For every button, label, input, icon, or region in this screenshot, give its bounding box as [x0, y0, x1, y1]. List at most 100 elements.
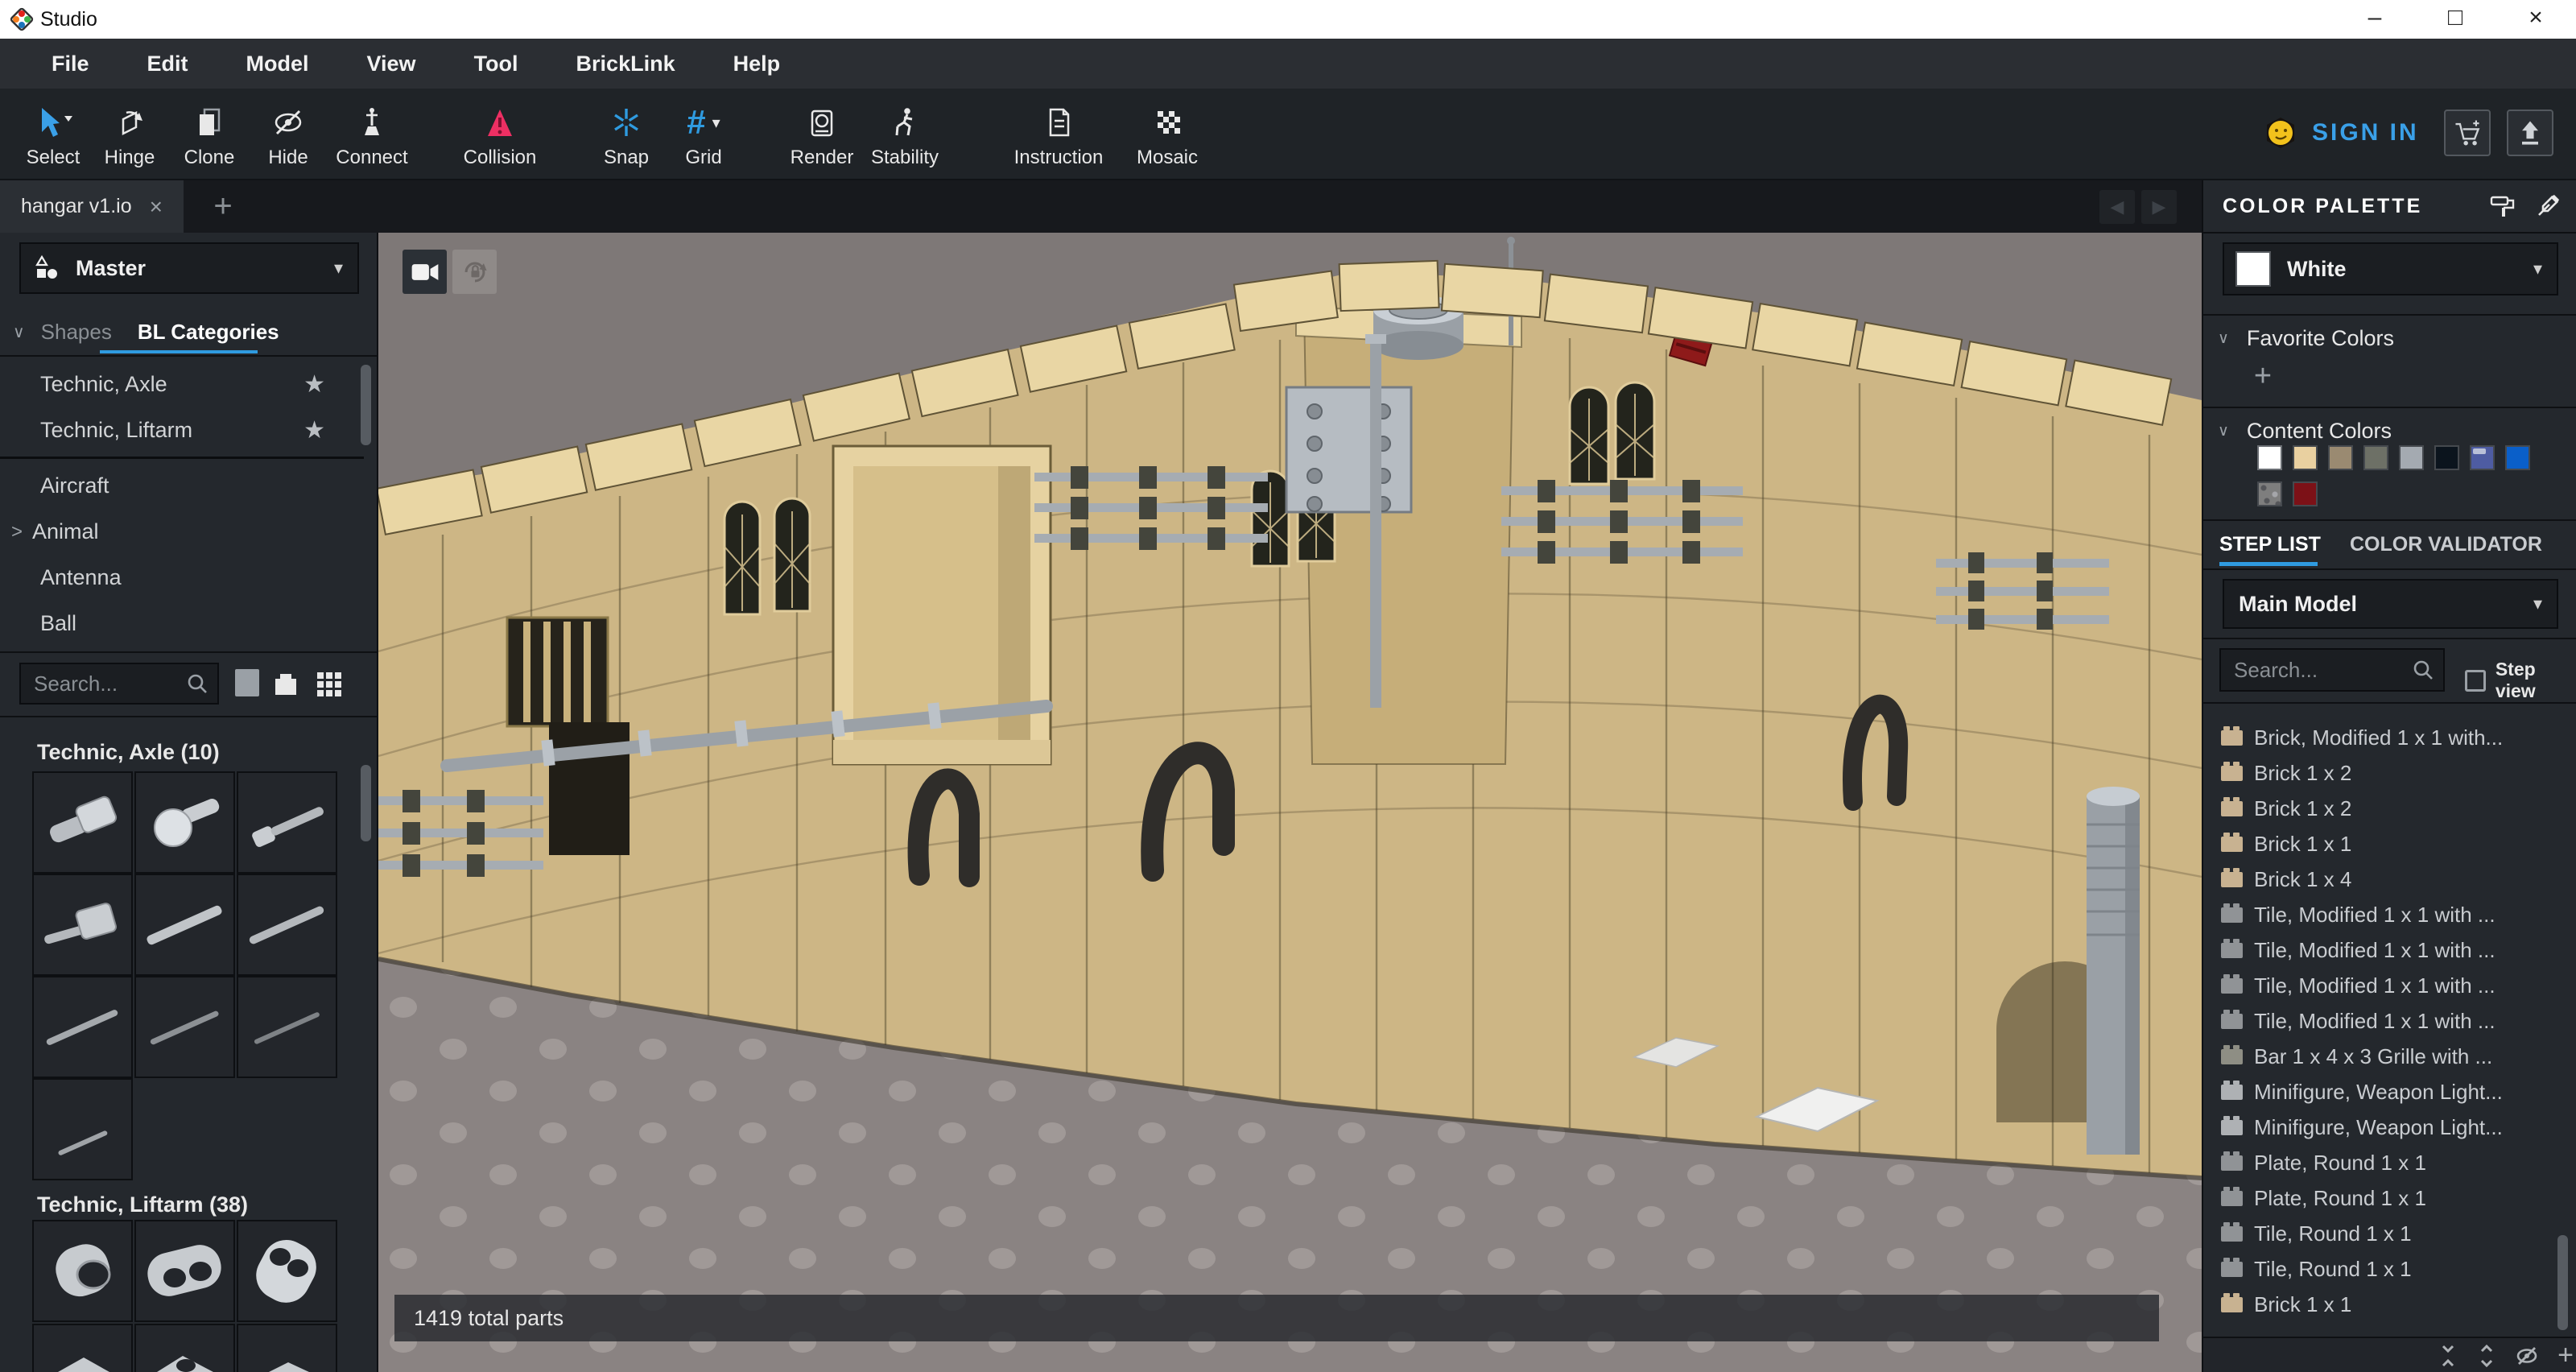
category-antenna[interactable]: Antenna: [0, 555, 364, 601]
tool-clone[interactable]: Clone: [171, 100, 248, 169]
new-tab-button[interactable]: +: [203, 187, 243, 227]
tab-next-icon[interactable]: ▶: [2141, 190, 2177, 224]
step-item[interactable]: Tile, Modified 1 x 1 with ...: [2203, 897, 2557, 932]
part-thumbnail[interactable]: [32, 1078, 133, 1180]
camera-button[interactable]: [402, 250, 447, 294]
content-color-light-bluish-gray[interactable]: [2399, 445, 2424, 470]
cart-button[interactable]: [2444, 110, 2491, 156]
part-thumbnail[interactable]: [237, 1324, 337, 1372]
color-filter-icon[interactable]: [235, 669, 259, 696]
part-thumbnail[interactable]: [32, 1324, 133, 1372]
menu-tool[interactable]: Tool: [445, 52, 547, 76]
step-item[interactable]: Tile, Modified 1 x 1 with ...: [2203, 1003, 2557, 1039]
tab-bl-categories[interactable]: BL Categories: [138, 320, 279, 345]
grid-view-icon[interactable]: [316, 671, 343, 698]
step-item[interactable]: Minifigure, Weapon Light...: [2203, 1110, 2557, 1145]
step-item[interactable]: Brick 1 x 4: [2203, 862, 2557, 897]
tab-prev-icon[interactable]: ◀: [2099, 190, 2135, 224]
expand-chevron-icon[interactable]: >: [11, 521, 23, 543]
tool-connect[interactable]: Connect: [325, 100, 419, 169]
part-thumbnail[interactable]: [32, 1220, 133, 1322]
part-thumbnail[interactable]: [32, 771, 133, 874]
tab-hangar-v1[interactable]: hangar v1.io ×: [0, 180, 184, 233]
step-item[interactable]: Tile, Modified 1 x 1 with ...: [2203, 968, 2557, 1003]
tool-hinge[interactable]: Hinge: [93, 100, 166, 169]
category-technic-axle[interactable]: Technic, Axle ★: [0, 362, 364, 407]
step-item[interactable]: Plate, Round 1 x 1: [2203, 1180, 2557, 1216]
menu-model[interactable]: Model: [217, 52, 338, 76]
category-animal[interactable]: > Animal: [0, 509, 364, 555]
tab-color-validator[interactable]: COLOR VALIDATOR: [2350, 533, 2542, 556]
expand-all-icon[interactable]: [2474, 1343, 2500, 1369]
part-thumbnail[interactable]: [32, 874, 133, 976]
part-thumbnail[interactable]: [134, 874, 235, 976]
step-item[interactable]: Brick 1 x 2: [2203, 755, 2557, 791]
collapse-all-icon[interactable]: [2435, 1343, 2461, 1369]
sign-in-button[interactable]: SIGN IN: [2264, 116, 2419, 150]
tool-instruction[interactable]: Instruction: [998, 100, 1119, 169]
category-scrollbar[interactable]: [361, 365, 371, 445]
tab-shapes[interactable]: Shapes: [41, 320, 112, 345]
category-aircraft[interactable]: Aircraft: [0, 463, 364, 509]
step-item[interactable]: Brick 1 x 1: [2203, 826, 2557, 862]
brick-filter-icon[interactable]: [272, 671, 299, 696]
step-item[interactable]: Plate, Round 1 x 1: [2203, 1145, 2557, 1180]
content-color-olive-gray[interactable]: [2363, 445, 2388, 470]
step-item[interactable]: Tile, Round 1 x 1: [2203, 1251, 2557, 1287]
menu-edit[interactable]: Edit: [118, 52, 217, 76]
tool-hide[interactable]: Hide: [254, 100, 322, 169]
favorite-star-icon[interactable]: ★: [303, 416, 325, 444]
step-model-dropdown[interactable]: Main Model ▾: [2223, 579, 2558, 629]
category-technic-liftarm[interactable]: Technic, Liftarm ★: [0, 407, 364, 453]
tool-render[interactable]: Render: [778, 100, 866, 169]
step-view-checkbox[interactable]: [2465, 670, 2486, 692]
step-item[interactable]: Tile, Modified 1 x 1 with ...: [2203, 932, 2557, 968]
tool-grid[interactable]: # ▾ Grid: [670, 100, 737, 169]
category-ball[interactable]: Ball: [0, 601, 364, 647]
add-favorite-color-button[interactable]: +: [2245, 359, 2281, 391]
paint-roller-icon[interactable]: [2489, 192, 2516, 220]
content-color-dark-tan[interactable]: [2328, 445, 2353, 470]
step-item[interactable]: Brick, Modified 1 x 1 with...: [2203, 720, 2557, 755]
tool-snap[interactable]: Snap: [589, 100, 663, 169]
part-thumbnail[interactable]: [237, 874, 337, 976]
content-color-tan[interactable]: [2293, 445, 2318, 470]
step-item[interactable]: Brick 1 x 1: [2203, 1287, 2557, 1322]
favorite-colors-section[interactable]: ∨ Favorite Colors: [2203, 322, 2576, 354]
part-thumbnail[interactable]: [237, 771, 337, 874]
minimize-button[interactable]: –: [2347, 0, 2403, 37]
content-colors-section[interactable]: ∨ Content Colors: [2203, 415, 2576, 447]
step-search-input[interactable]: Search...: [2219, 648, 2445, 692]
tool-mosaic[interactable]: Mosaic: [1125, 100, 1209, 169]
tool-select[interactable]: Select: [14, 100, 92, 169]
menu-bricklink[interactable]: BrickLink: [547, 52, 704, 76]
content-color-medium-blue-violet[interactable]: [2470, 445, 2495, 470]
collapse-chevron-icon[interactable]: ∨: [13, 322, 25, 342]
add-step-icon[interactable]: +: [2553, 1338, 2576, 1372]
rotation-lock-button[interactable]: [452, 250, 497, 294]
parts-search-input[interactable]: Search...: [19, 663, 219, 705]
menu-file[interactable]: File: [23, 52, 118, 76]
menu-help[interactable]: Help: [704, 52, 810, 76]
eyedropper-icon[interactable]: [2534, 192, 2562, 220]
step-item[interactable]: Bar 1 x 4 x 3 Grille with ...: [2203, 1039, 2557, 1074]
viewport-3d[interactable]: 1419 total parts: [378, 233, 2202, 1372]
model-selector-dropdown[interactable]: Master ▾: [19, 242, 359, 294]
favorite-star-icon[interactable]: ★: [303, 370, 325, 399]
tool-collision[interactable]: Collision: [448, 100, 552, 169]
content-color-black[interactable]: [2434, 445, 2459, 470]
part-thumbnail[interactable]: [237, 1220, 337, 1322]
step-item[interactable]: Tile, Round 1 x 1: [2203, 1216, 2557, 1251]
content-color-dark-red[interactable]: [2293, 481, 2318, 506]
content-color-speckle[interactable]: [2257, 481, 2282, 506]
menu-view[interactable]: View: [338, 52, 445, 76]
step-view-toggle[interactable]: Step view: [2465, 659, 2576, 702]
part-thumbnail[interactable]: [134, 1324, 235, 1372]
maximize-button[interactable]: □: [2427, 0, 2483, 37]
part-thumbnail[interactable]: [134, 771, 235, 874]
tab-step-list[interactable]: STEP LIST: [2219, 533, 2321, 556]
close-button[interactable]: ×: [2508, 0, 2564, 37]
step-item[interactable]: Minifigure, Weapon Light...: [2203, 1074, 2557, 1110]
step-list-scrollbar[interactable]: [2557, 1235, 2568, 1330]
part-thumbnail[interactable]: [32, 976, 133, 1078]
